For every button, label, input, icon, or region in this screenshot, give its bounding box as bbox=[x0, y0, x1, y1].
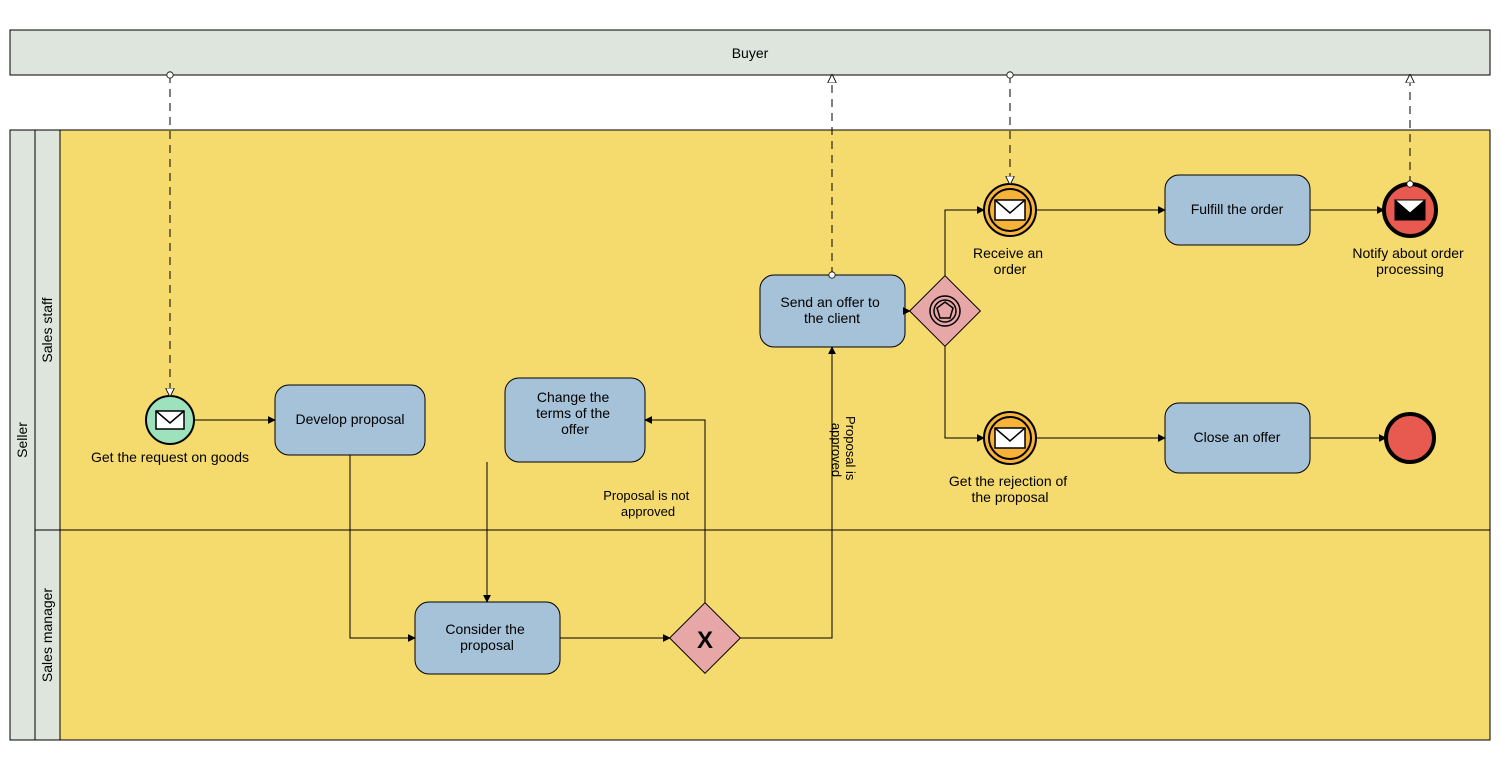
lane-sales-manager bbox=[60, 530, 1490, 740]
task-develop-label: Develop proposal bbox=[296, 411, 405, 427]
event-receive-order bbox=[984, 184, 1036, 236]
flow-approved-label: Proposal is approved bbox=[829, 416, 858, 484]
task-close-label: Close an offer bbox=[1194, 429, 1281, 445]
lane-sales-manager-label: Sales manager bbox=[39, 588, 55, 683]
lane-sales-staff-label: Sales staff bbox=[39, 297, 55, 362]
pool-buyer-label: Buyer bbox=[732, 45, 769, 61]
end-event-close bbox=[1386, 414, 1434, 462]
envelope-icon bbox=[156, 411, 184, 429]
pool-seller-label: Seller bbox=[14, 422, 30, 458]
start-event-label: Get the request on goods bbox=[91, 449, 249, 465]
svg-text:X: X bbox=[697, 627, 713, 654]
start-event-get-request bbox=[146, 396, 194, 444]
bpmn-diagram: Buyer Seller Sales staff Sales manager G… bbox=[0, 0, 1500, 774]
end-event-notify bbox=[1384, 184, 1436, 236]
task-fulfill-label: Fulfill the order bbox=[1191, 201, 1284, 217]
event-get-rejection bbox=[984, 412, 1036, 464]
